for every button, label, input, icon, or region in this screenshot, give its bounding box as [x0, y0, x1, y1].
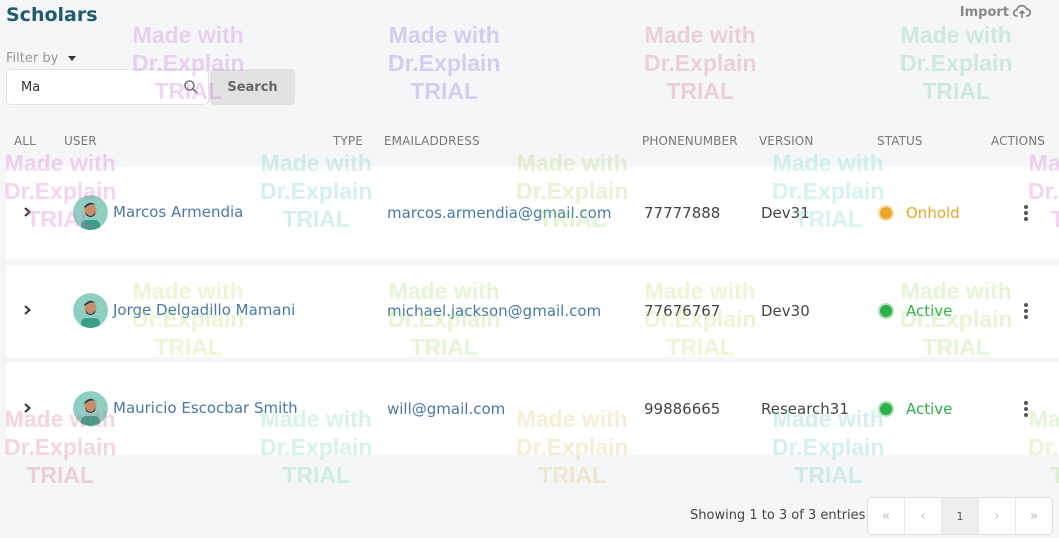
- version-cell: Research31: [761, 400, 849, 418]
- user-name-link[interactable]: Mauricio Escocbar Smith: [113, 399, 298, 417]
- pagination-summary: Showing 1 to 3 of 3 entries: [690, 508, 866, 523]
- phone-cell: 77777888: [644, 204, 721, 222]
- search-input[interactable]: [6, 69, 209, 105]
- user-name-link[interactable]: Jorge Delgadillo Mamani: [113, 301, 295, 319]
- caret-down-icon: [68, 56, 77, 61]
- import-label: Import: [959, 4, 1009, 20]
- avatar: [73, 391, 108, 426]
- table-row: Mauricio Escocbar Smith will@gmail.com 9…: [6, 363, 1059, 455]
- header-email[interactable]: EMAILADDRESS: [384, 134, 480, 148]
- trial-watermark: Made withDr.ExplainTRIAL: [388, 22, 501, 104]
- email-cell: will@gmail.com: [387, 400, 506, 418]
- status-badge: Onhold: [878, 204, 960, 222]
- first-page-button[interactable]: «: [868, 498, 905, 534]
- chevron-right-icon[interactable]: [20, 401, 34, 415]
- search-button[interactable]: Search: [210, 69, 295, 105]
- phone-cell: 77676767: [644, 302, 721, 320]
- table-row: Marcos Armendia marcos.armendia@gmail.co…: [6, 167, 1059, 259]
- page-button-current[interactable]: 1: [942, 498, 979, 534]
- status-dot-icon: [878, 401, 894, 417]
- next-page-button[interactable]: ›: [979, 498, 1016, 534]
- header-version[interactable]: VERSION: [759, 134, 813, 148]
- phone-cell: 99886665: [644, 400, 721, 418]
- version-cell: Dev30: [761, 302, 810, 320]
- chevron-right-icon[interactable]: [20, 205, 34, 219]
- last-page-button[interactable]: »: [1016, 498, 1052, 534]
- import-button[interactable]: Import: [960, 4, 1031, 20]
- header-user[interactable]: USER: [64, 134, 97, 148]
- version-cell: Dev31: [761, 204, 810, 222]
- page-title: Scholars: [6, 4, 98, 26]
- search-icon[interactable]: [183, 79, 199, 95]
- status-label: Active: [906, 400, 953, 418]
- avatar: [73, 293, 108, 328]
- status-badge: Active: [878, 302, 952, 320]
- cloud-upload-icon: [1013, 4, 1031, 18]
- table-row: Jorge Delgadillo Mamani michael.jackson@…: [6, 265, 1059, 357]
- header-all[interactable]: ALL: [14, 134, 36, 148]
- row-actions-menu-icon[interactable]: [1021, 203, 1031, 223]
- status-dot-icon: [878, 303, 894, 319]
- header-phone[interactable]: PHONENUMBER: [642, 134, 738, 148]
- email-cell: marcos.armendia@gmail.com: [387, 204, 612, 222]
- filter-by-label: Filter by: [6, 51, 59, 66]
- header-type[interactable]: TYPE: [333, 134, 363, 148]
- header-actions: ACTIONS: [991, 134, 1045, 148]
- trial-watermark: Made withDr.ExplainTRIAL: [900, 22, 1013, 104]
- trial-watermark: Made withDr.ExplainTRIAL: [644, 22, 757, 104]
- pagination: « ‹ 1 › »: [867, 497, 1053, 535]
- status-badge: Active: [878, 400, 952, 418]
- email-cell: michael.jackson@gmail.com: [387, 302, 602, 320]
- avatar: [73, 195, 108, 230]
- status-label: Onhold: [906, 204, 960, 222]
- status-dot-icon: [878, 205, 894, 221]
- header-status[interactable]: STATUS: [877, 134, 923, 148]
- user-name-link[interactable]: Marcos Armendia: [113, 203, 243, 221]
- row-actions-menu-icon[interactable]: [1021, 301, 1031, 321]
- prev-page-button[interactable]: ‹: [905, 498, 942, 534]
- status-label: Active: [906, 302, 953, 320]
- chevron-right-icon[interactable]: [20, 303, 34, 317]
- filter-by-dropdown[interactable]: Filter by: [6, 51, 77, 66]
- row-actions-menu-icon[interactable]: [1021, 399, 1031, 419]
